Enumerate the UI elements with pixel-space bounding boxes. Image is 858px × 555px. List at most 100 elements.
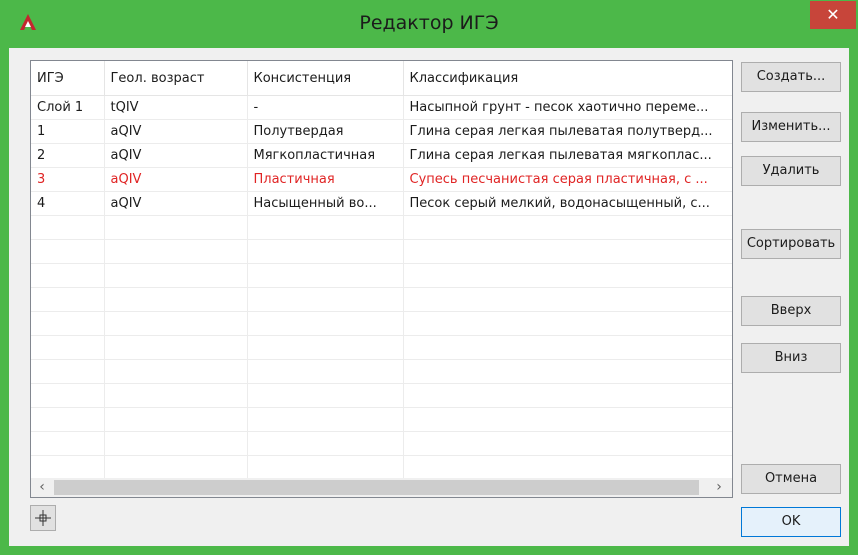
cell-ige[interactable]: [31, 215, 105, 240]
cell-classification[interactable]: [403, 263, 732, 288]
table-row[interactable]: Слой 1 tQIV - Насыпной грунт - песок хаотич…: [31, 95, 732, 120]
cell-ige[interactable]: [31, 455, 105, 480]
cell-ige[interactable]: [31, 287, 105, 312]
scroll-thumb[interactable]: [54, 480, 699, 495]
cell-consistency[interactable]: -: [247, 95, 404, 120]
table-row[interactable]: 4 aQIV Насыщенный во... Песок серый мелкий,…: [31, 191, 732, 216]
cell-consistency[interactable]: [247, 263, 404, 288]
cell-classification[interactable]: [403, 311, 732, 336]
cell-ige[interactable]: [31, 239, 105, 264]
cell-classification[interactable]: Песок серый мелкий, водонасыщенный, с...: [403, 191, 732, 216]
table-row[interactable]: [31, 431, 732, 456]
cell-classification[interactable]: [403, 431, 732, 456]
create-button[interactable]: Создать...: [741, 62, 841, 92]
cell-classification[interactable]: [403, 335, 732, 360]
table-row[interactable]: [31, 407, 732, 432]
cell-ige[interactable]: [31, 407, 105, 432]
cell-classification[interactable]: [403, 359, 732, 384]
close-button[interactable]: ✕: [810, 1, 856, 29]
cell-consistency[interactable]: [247, 383, 404, 408]
ige-grid[interactable]: ИГЭ Геол. возраст Консистенция Классифик…: [30, 60, 733, 498]
scroll-right-icon[interactable]: ›: [712, 478, 726, 497]
cell-classification[interactable]: Глина серая легкая пылеватая полутверд..…: [403, 119, 732, 144]
table-row[interactable]: [31, 383, 732, 408]
cell-ige[interactable]: 4: [31, 191, 105, 216]
cell-consistency[interactable]: [247, 239, 404, 264]
cell-classification[interactable]: [403, 287, 732, 312]
cell-ige[interactable]: [31, 359, 105, 384]
cell-consistency[interactable]: Пластичная: [247, 167, 404, 192]
cell-geo-age[interactable]: [104, 311, 248, 336]
sort-button[interactable]: Сортировать: [741, 229, 841, 259]
cell-ige[interactable]: 2: [31, 143, 105, 168]
table-row[interactable]: [31, 215, 732, 240]
cell-consistency[interactable]: [247, 431, 404, 456]
cell-geo-age[interactable]: tQIV: [104, 95, 248, 120]
cell-ige[interactable]: [31, 335, 105, 360]
edit-button[interactable]: Изменить...: [741, 112, 841, 142]
table-row[interactable]: [31, 263, 732, 288]
cell-geo-age[interactable]: [104, 383, 248, 408]
column-header-consistency[interactable]: Консистенция: [247, 61, 404, 96]
cell-ige[interactable]: 1: [31, 119, 105, 144]
table-row[interactable]: 1 aQIV Полутвердая Глина серая легкая пылев…: [31, 119, 732, 144]
column-header-geo-age[interactable]: Геол. возраст: [104, 61, 248, 96]
cell-geo-age[interactable]: [104, 335, 248, 360]
cell-geo-age[interactable]: aQIV: [104, 167, 248, 192]
cell-geo-age[interactable]: aQIV: [104, 143, 248, 168]
cell-geo-age[interactable]: [104, 407, 248, 432]
cell-consistency[interactable]: Мягкопластичная: [247, 143, 404, 168]
cell-consistency[interactable]: Насыщенный во...: [247, 191, 404, 216]
cell-consistency[interactable]: [247, 311, 404, 336]
move-down-button[interactable]: Вниз: [741, 343, 841, 373]
cell-classification[interactable]: [403, 383, 732, 408]
cell-ige[interactable]: 3: [31, 167, 105, 192]
cell-geo-age[interactable]: [104, 455, 248, 480]
cell-geo-age[interactable]: [104, 239, 248, 264]
table-row[interactable]: [31, 455, 732, 480]
title-bar[interactable]: Редактор ИГЭ ✕: [0, 0, 858, 48]
ok-button[interactable]: OK: [741, 507, 841, 537]
column-header-classification[interactable]: Классификация: [403, 61, 732, 96]
cell-ige[interactable]: [31, 263, 105, 288]
cell-consistency[interactable]: [247, 407, 404, 432]
cell-ige[interactable]: [31, 431, 105, 456]
table-row[interactable]: [31, 359, 732, 384]
cell-classification[interactable]: Супесь песчанистая серая пластичная, с .…: [403, 167, 732, 192]
cell-geo-age[interactable]: [104, 359, 248, 384]
cell-classification[interactable]: [403, 239, 732, 264]
cell-classification[interactable]: Глина серая легкая пылеватая мягкоплас..…: [403, 143, 732, 168]
cell-geo-age[interactable]: [104, 431, 248, 456]
table-row[interactable]: [31, 239, 732, 264]
pick-tool-button[interactable]: [30, 505, 56, 531]
cell-geo-age[interactable]: [104, 287, 248, 312]
horizontal-scrollbar[interactable]: ‹ ›: [31, 478, 732, 497]
cell-geo-age[interactable]: aQIV: [104, 191, 248, 216]
scroll-left-icon[interactable]: ‹: [35, 478, 49, 497]
cell-geo-age[interactable]: [104, 263, 248, 288]
cell-classification[interactable]: [403, 455, 732, 480]
cell-ige[interactable]: [31, 311, 105, 336]
cell-consistency[interactable]: [247, 359, 404, 384]
delete-button[interactable]: Удалить: [741, 156, 841, 186]
table-row[interactable]: [31, 311, 732, 336]
table-row[interactable]: [31, 287, 732, 312]
table-row[interactable]: [31, 335, 732, 360]
cell-consistency[interactable]: [247, 455, 404, 480]
cell-classification[interactable]: Насыпной грунт - песок хаотично переме..…: [403, 95, 732, 120]
cell-geo-age[interactable]: aQIV: [104, 119, 248, 144]
cell-geo-age[interactable]: [104, 215, 248, 240]
cell-ige[interactable]: Слой 1: [31, 95, 105, 120]
column-header-ige[interactable]: ИГЭ: [31, 61, 105, 96]
cancel-button[interactable]: Отмена: [741, 464, 841, 494]
cell-consistency[interactable]: [247, 335, 404, 360]
table-row[interactable]: 3 aQIV Пластичная Супесь песчанистая серая …: [31, 167, 732, 192]
move-up-button[interactable]: Вверх: [741, 296, 841, 326]
cell-consistency[interactable]: [247, 215, 404, 240]
table-row[interactable]: 2 aQIV Мягкопластичная Глина серая легкая п…: [31, 143, 732, 168]
cell-classification[interactable]: [403, 407, 732, 432]
cell-consistency[interactable]: [247, 287, 404, 312]
cell-ige[interactable]: [31, 383, 105, 408]
cell-classification[interactable]: [403, 215, 732, 240]
cell-consistency[interactable]: Полутвердая: [247, 119, 404, 144]
